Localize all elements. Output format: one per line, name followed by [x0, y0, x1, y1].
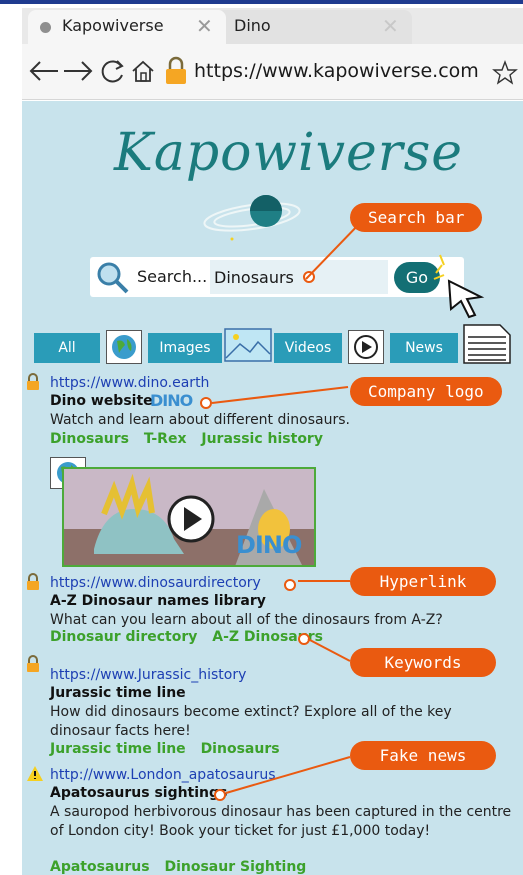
tag-link[interactable]: Dinosaurs — [50, 431, 129, 447]
result-description: Watch and learn about different dinosaur… — [50, 412, 350, 428]
callout-line — [298, 580, 350, 582]
filter-images[interactable]: Images — [148, 333, 222, 363]
filter-news[interactable]: News — [390, 333, 458, 363]
search-label: Search... — [137, 267, 208, 286]
result-tags: Dinosaur directory A-Z Dinosaurs — [50, 629, 333, 645]
callout-company-logo: Company logo — [350, 377, 502, 406]
click-spark-icon — [433, 254, 445, 280]
result-link[interactable]: https://www.dinosaurdirectory — [50, 575, 261, 591]
tag-link[interactable]: T-Rex — [144, 431, 187, 447]
filter-videos[interactable]: Videos — [274, 333, 342, 363]
video-thumbnail[interactable]: DINO — [62, 467, 316, 567]
result-title[interactable]: A-Z Dinosaur names library — [50, 593, 266, 609]
url-text[interactable]: https://www.kapowiverse.com — [194, 60, 479, 82]
filter-label: All — [58, 340, 76, 356]
callout-hyperlink: Hyperlink — [350, 567, 496, 596]
tag-link[interactable]: Jurassic history — [201, 431, 323, 447]
result-link[interactable]: https://www.dino.earth — [50, 375, 209, 391]
result-title[interactable]: Dino website — [50, 393, 153, 409]
filter-all[interactable]: All — [34, 333, 100, 363]
back-arrow-icon[interactable] — [28, 58, 60, 84]
cursor-icon — [447, 279, 485, 319]
lock-icon — [27, 373, 39, 390]
tab-title: Dino — [234, 16, 271, 35]
result-title[interactable]: Apatosaurus sightings — [50, 785, 227, 801]
filter-label: News — [405, 340, 443, 356]
lock-icon — [166, 56, 186, 84]
result-description: What can you learn about all of the dino… — [50, 612, 443, 628]
address-bar: https://www.kapowiverse.com — [22, 44, 523, 100]
image-icon[interactable] — [224, 328, 272, 362]
tab-dino[interactable]: Dino ✕ — [216, 10, 412, 44]
reload-icon[interactable] — [98, 58, 126, 86]
bookmark-star-icon[interactable] — [492, 60, 518, 86]
warning-icon — [27, 766, 43, 781]
tag-link[interactable]: Jurassic time line — [50, 741, 186, 757]
home-icon[interactable] — [130, 58, 156, 84]
callout-line — [211, 386, 349, 404]
webpage: Kapowiverse Search... Go Search bar All — [22, 101, 523, 875]
result-description: How did dinosaurs become extinct? Explor… — [50, 704, 452, 739]
tab-kapowiverse[interactable]: Kapowiverse ✕ — [28, 10, 226, 44]
result-description: A sauropod herbivorous dinosaur has been… — [50, 804, 512, 839]
tab-title: Kapowiverse — [62, 16, 164, 35]
video-dino-logo: DINO — [236, 531, 302, 559]
result-link[interactable]: https://www.Jurassic_history — [50, 667, 246, 683]
result-title[interactable]: Jurassic time line — [50, 685, 186, 701]
top-accent-line — [0, 0, 523, 4]
tag-link[interactable]: Dinosaur directory — [50, 629, 197, 645]
play-icon[interactable] — [348, 330, 384, 364]
search-box: Search... Go — [90, 257, 464, 297]
callout-fake-news: Fake news — [350, 741, 496, 770]
dino-logo: DINO — [150, 391, 193, 410]
callout-line — [307, 638, 351, 662]
callout-keywords: Keywords — [350, 648, 496, 677]
site-logo[interactable]: Kapowiverse — [114, 123, 463, 183]
result-tags: Apatosaurus Dinosaur Sighting — [50, 859, 316, 875]
callout-search-bar: Search bar — [350, 203, 483, 232]
tab-favicon-icon — [40, 22, 51, 33]
tab-close-icon[interactable]: ✕ — [382, 16, 399, 36]
globe-icon[interactable] — [106, 330, 142, 364]
planet-icon — [203, 195, 301, 241]
callout-line — [225, 756, 351, 794]
filter-bar: All Images Videos News — [34, 324, 519, 364]
tag-link[interactable]: Apatosaurus — [50, 859, 150, 875]
lock-icon — [27, 573, 39, 590]
annotation-pin — [284, 579, 296, 591]
tag-link[interactable]: Dinosaur Sighting — [164, 859, 306, 875]
filter-label: Images — [159, 340, 211, 356]
lock-icon — [27, 655, 39, 672]
search-icon — [97, 262, 129, 294]
tab-close-icon[interactable]: ✕ — [196, 16, 213, 36]
forward-arrow-icon[interactable] — [62, 58, 94, 84]
newspaper-icon[interactable] — [462, 323, 512, 365]
result-tags: Dinosaurs T-Rex Jurassic history — [50, 431, 333, 447]
filter-label: Videos — [284, 340, 332, 356]
